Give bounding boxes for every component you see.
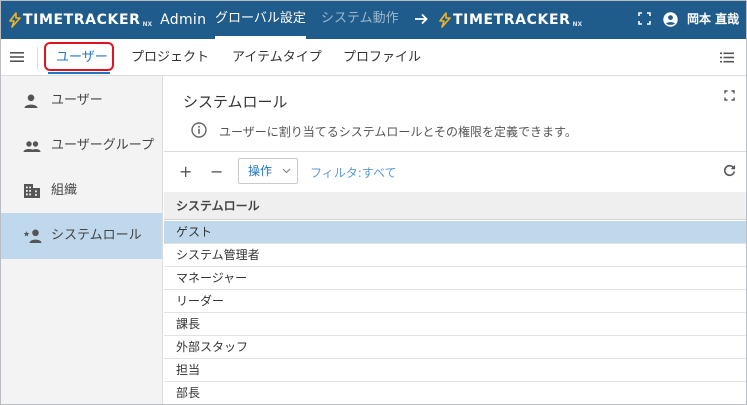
table-row[interactable]: 部長 [164,382,746,404]
table-header[interactable]: システムロール [164,192,746,220]
remove-button[interactable]: − [210,162,223,181]
sidebar-item-users[interactable]: ユーザー [1,78,162,124]
user-name[interactable]: 岡本 直哉 [687,1,739,38]
operations-label: 操作 [248,164,273,178]
logo-nx[interactable]: TIMETRACKER NX [439,10,582,30]
row-label: システム管理者 [176,248,260,262]
table-row[interactable]: システム管理者 [164,244,746,267]
logo-mark-icon [9,12,21,28]
sidebar-item-label: ユーザーグループ [51,138,154,153]
sidebar: ユーザー ユーザーグループ 組織 システムロール [1,76,163,404]
tab-bar: ユーザー プロジェクト アイテムタイプ プロファイル [1,39,746,76]
sidebar-item-label: ユーザー [51,93,103,108]
row-label: リーダー [176,294,225,308]
operations-dropdown[interactable]: 操作 [238,158,298,184]
table-row[interactable]: リーダー [164,290,746,313]
row-label: マネージャー [176,271,248,285]
logo-admin[interactable]: TIMETRACKER NX Admin [9,10,206,30]
refresh-icon[interactable] [723,164,736,177]
person-icon [24,94,38,108]
row-label: 担当 [176,363,201,377]
table-row[interactable]: 担当 [164,359,746,382]
building-icon [24,184,40,198]
nav-global-settings[interactable]: グローバル設定 [215,1,306,39]
info-icon [191,122,207,138]
sidebar-item-label: 組織 [51,183,78,198]
account-circle-icon[interactable] [663,12,678,27]
top-bar: TIMETRACKER NX Admin グローバル設定 システム動作 TIME… [1,1,746,39]
tab-profiles[interactable]: プロファイル [343,39,421,75]
row-label: ゲスト [176,225,213,239]
tab-users[interactable]: ユーザー [56,39,108,75]
hamburger-menu-icon[interactable] [10,51,24,63]
tab-item-types[interactable]: アイテムタイプ [232,39,322,75]
row-label: 外部スタッフ [176,340,249,354]
logo-mark-icon [439,12,451,28]
sidebar-item-user-groups[interactable]: ユーザーグループ [1,123,162,169]
star-person-icon [23,229,42,243]
add-button[interactable]: + [179,162,192,181]
tab-projects[interactable]: プロジェクト [131,39,209,75]
page-title: システムロール [183,93,288,111]
sidebar-item-system-roles[interactable]: システムロール [1,213,162,259]
roles-table: ゲスト システム管理者 マネージャー リーダー 課長 外部スタッフ 担当 部長 [164,221,746,404]
app-window: TIMETRACKER NX Admin グローバル設定 システム動作 TIME… [0,0,747,405]
table-row[interactable]: マネージャー [164,267,746,290]
logo-brand: TIMETRACKER [453,12,571,28]
filter-link[interactable]: フィルタ:すべて [310,164,396,181]
nav-system-behavior[interactable]: システム動作 [321,1,399,39]
column-header-system-role: システムロール [176,199,260,213]
chevron-down-icon [282,168,291,174]
logo-suffix: NX [142,20,153,28]
table-row[interactable]: 課長 [164,313,746,336]
sidebar-item-organizations[interactable]: 組織 [1,168,162,214]
table-row[interactable]: ゲスト [164,221,746,244]
logo-suffix: NX [572,20,583,28]
active-tab-indicator [48,72,110,74]
info-description: ユーザーに割り当てるシステムロールとその権限を定義できます。 [219,125,577,139]
fullscreen-icon[interactable] [638,12,651,25]
list-view-icon[interactable] [720,52,734,63]
row-label: 部長 [176,386,201,400]
logo-subtitle: Admin [160,12,207,28]
arrow-right-icon [415,13,428,25]
people-icon [23,141,41,152]
expand-icon[interactable] [724,90,735,101]
divider [164,151,746,152]
sidebar-item-label: システムロール [51,228,142,243]
logo-brand: TIMETRACKER [23,12,141,28]
divider [37,47,38,69]
main-panel: システムロール ユーザーに割り当てるシステムロールとその権限を定義できます。 +… [164,76,746,404]
table-row[interactable]: 外部スタッフ [164,336,746,359]
row-label: 課長 [176,317,201,331]
